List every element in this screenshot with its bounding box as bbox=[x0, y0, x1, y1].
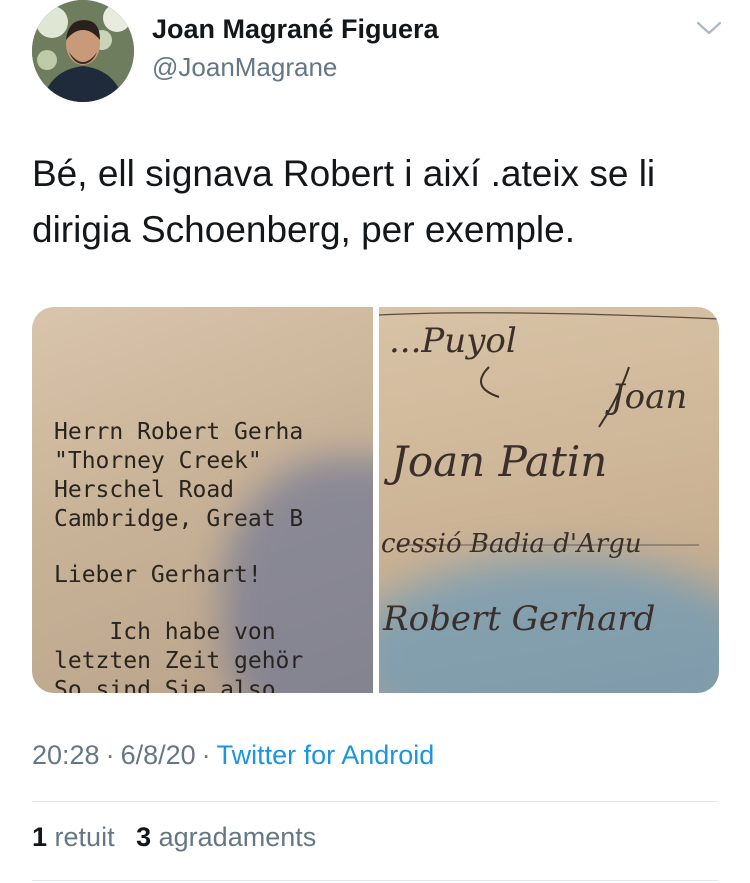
signature-line: Robert Gerhard bbox=[383, 599, 656, 639]
tweet-source-link[interactable]: Twitter for Android bbox=[217, 740, 435, 770]
letter-line: So sind Sie also bbox=[54, 677, 290, 693]
retweets-stat[interactable]: 1 retuit bbox=[32, 822, 115, 852]
signature-line: Joan bbox=[611, 377, 688, 417]
letter-line: Ich habe von bbox=[54, 619, 276, 645]
photo-signatures[interactable]: ...Puyol Joan Joan Patin cessió Badia d'… bbox=[379, 307, 719, 693]
photo-letter[interactable]: Herrn Robert Gerha "Thorney Creek" Hersc… bbox=[32, 307, 373, 693]
letter-line: "Thorney Creek" bbox=[54, 448, 262, 474]
tweet-meta: 20:28 · 6/8/20 · Twitter for Android bbox=[32, 740, 434, 771]
letter-line: Lieber Gerhart! bbox=[54, 562, 262, 588]
chevron-down-icon[interactable] bbox=[694, 18, 724, 38]
tweet-media: Herrn Robert Gerha "Thorney Creek" Hersc… bbox=[32, 307, 719, 693]
tweet-header: Joan Magrané Figuera @JoanMagrane bbox=[32, 0, 722, 110]
letter-line: Herschel Road bbox=[54, 477, 235, 503]
tweet-time[interactable]: 20:28 bbox=[32, 740, 100, 770]
retweets-count: 1 bbox=[32, 822, 48, 852]
divider bbox=[32, 801, 718, 802]
avatar[interactable] bbox=[32, 0, 134, 102]
divider bbox=[32, 880, 718, 881]
meta-separator: · bbox=[201, 740, 211, 770]
likes-stat[interactable]: 3 agradaments bbox=[136, 822, 316, 852]
letter-line: Herrn Robert Gerha bbox=[54, 419, 304, 445]
tweet-text: Bé, ell signava Robert i així .ateix se … bbox=[32, 153, 656, 250]
signature-line: ...Puyol bbox=[389, 321, 517, 361]
display-name[interactable]: Joan Magrané Figuera bbox=[152, 14, 439, 45]
retweets-label: retuit bbox=[54, 822, 115, 852]
signature-line: Joan Patin bbox=[391, 437, 608, 486]
tweet-date[interactable]: 6/8/20 bbox=[121, 740, 196, 770]
likes-label: agradaments bbox=[158, 822, 317, 852]
letter-line: Cambridge, Great B bbox=[54, 506, 304, 532]
signature-line: cessió Badia d'Argu bbox=[381, 529, 642, 559]
meta-separator: · bbox=[105, 740, 115, 770]
likes-count: 3 bbox=[136, 822, 152, 852]
tweet-stats: 1 retuit 3 agradaments bbox=[32, 822, 330, 853]
user-handle[interactable]: @JoanMagrane bbox=[152, 52, 337, 83]
letter-line: letzten Zeit gehör bbox=[54, 648, 304, 674]
avatar-photo-icon bbox=[32, 0, 134, 102]
